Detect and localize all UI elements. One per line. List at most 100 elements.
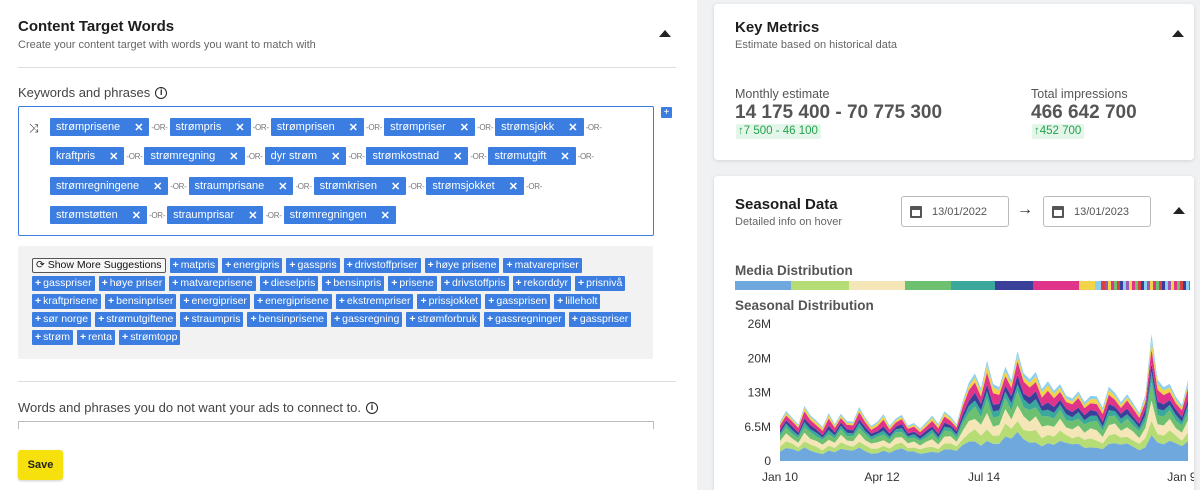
suggestion-chip[interactable]: + kraftprisene: [32, 294, 101, 309]
suggestion-chip[interactable]: + strømforbruk: [406, 312, 481, 327]
media-segment[interactable]: [849, 281, 905, 290]
suggestion-label: strømtopp: [130, 331, 178, 343]
save-button[interactable]: Save: [18, 450, 63, 480]
collapse-content-target-icon[interactable]: [659, 30, 671, 37]
media-segment[interactable]: [905, 281, 951, 290]
add-keyword-button[interactable]: +: [661, 107, 672, 118]
keyword-chip[interactable]: straumprisar ✕: [167, 206, 264, 224]
suggestion-chip[interactable]: + energipris: [222, 258, 283, 273]
media-segment[interactable]: [1079, 281, 1095, 290]
collapse-key-metrics-icon[interactable]: [1172, 30, 1184, 37]
info-icon[interactable]: i: [155, 86, 168, 99]
suggestion-chip[interactable]: + strømtopp: [119, 330, 181, 345]
negative-keywords-label: Words and phrases you do not want your a…: [18, 400, 379, 415]
keyword-chip[interactable]: strømpris ✕: [169, 118, 251, 136]
remove-keyword-icon[interactable]: ✕: [349, 121, 358, 134]
keyword-chip[interactable]: strømkrisen ✕: [313, 177, 407, 195]
suggestion-chip[interactable]: + strøm: [32, 330, 73, 345]
media-segment[interactable]: [735, 281, 791, 290]
suggestion-chip[interactable]: + rekorddyr: [512, 276, 571, 291]
suggestion-label: dieselpris: [270, 277, 316, 289]
remove-keyword-icon[interactable]: ✕: [331, 150, 340, 163]
suggestion-chip[interactable]: + høye priser: [98, 276, 166, 291]
suggestion-chip[interactable]: + bensinprisene: [247, 312, 328, 327]
suggestion-chip[interactable]: + lilleholt: [554, 294, 601, 309]
remove-keyword-icon[interactable]: ✕: [509, 180, 518, 193]
suggestion-chip[interactable]: + sør norge: [32, 312, 92, 327]
suggestion-chip[interactable]: + energipriser: [180, 294, 250, 309]
plus-icon: +: [35, 313, 42, 325]
divider: [18, 381, 676, 382]
suggestion-chip[interactable]: + gassprisen: [485, 294, 551, 309]
suggestion-chip[interactable]: + drivstoffpriser: [343, 258, 421, 273]
suggestion-chip[interactable]: + prisnivå: [575, 276, 626, 291]
media-segment[interactable]: [995, 281, 1033, 290]
suggestion-chip[interactable]: + høye prisene: [424, 258, 500, 273]
suggestion-chip[interactable]: + strømutgiftene: [95, 312, 177, 327]
suggestion-chip[interactable]: + gasspriser: [568, 312, 632, 327]
keyword-row: strømregningene ✕ -OR-straumprisane ✕ -OR-st…: [50, 177, 544, 195]
suggestion-chip[interactable]: + gasspriser: [32, 276, 95, 291]
keyword-chip[interactable]: strømprisen ✕: [270, 118, 365, 136]
keyword-chip[interactable]: strømkostnad ✕: [366, 147, 469, 165]
keyword-chip[interactable]: straumprisane ✕: [188, 177, 294, 195]
suggestion-chip[interactable]: + drivstoffpris: [440, 276, 509, 291]
seasonal-distribution-chart[interactable]: 26M 20M 13M 6.5M 0 Jan 10 Apr 12 Jul 14 Jan 9: [714, 316, 1194, 490]
keyword-chip[interactable]: dyr strøm ✕: [264, 147, 347, 165]
keyword-chip[interactable]: strømregningene ✕: [50, 177, 169, 195]
media-segment[interactable]: [1033, 281, 1079, 290]
suggestion-chip[interactable]: + straumpris: [180, 312, 244, 327]
keyword-chip[interactable]: strømregningen ✕: [283, 206, 396, 224]
suggestion-chip[interactable]: + energiprisene: [253, 294, 332, 309]
key-metrics-card: Key Metrics Estimate based on historical…: [714, 4, 1194, 160]
suggestion-chip[interactable]: + gassregninger: [484, 312, 565, 327]
suggestion-chip[interactable]: + matpris: [169, 258, 219, 273]
remove-keyword-icon[interactable]: ✕: [134, 121, 143, 134]
end-date-picker[interactable]: 13/01/2023: [1043, 196, 1151, 227]
negative-keywords-input[interactable]: [18, 421, 654, 429]
keyword-chip[interactable]: strømprisene ✕: [50, 118, 150, 136]
remove-keyword-icon[interactable]: ✕: [153, 180, 162, 193]
keyword-chip[interactable]: strømregning ✕: [144, 147, 245, 165]
info-icon[interactable]: i: [366, 401, 379, 414]
suggestion-chip[interactable]: + bensinpris: [322, 276, 385, 291]
shuffle-icon[interactable]: ⤨: [29, 121, 39, 136]
remove-keyword-icon[interactable]: ✕: [235, 121, 244, 134]
suggestion-chip[interactable]: + matvareprisene: [169, 276, 256, 291]
keyword-chip[interactable]: strømstøtten ✕: [50, 206, 147, 224]
keyword-chip[interactable]: strømsjokket ✕: [426, 177, 524, 195]
suggestion-chip[interactable]: + gasspris: [286, 258, 340, 273]
keyword-chip[interactable]: strømutgift ✕: [488, 147, 576, 165]
remove-keyword-icon[interactable]: ✕: [560, 150, 569, 163]
remove-keyword-icon[interactable]: ✕: [381, 209, 390, 222]
show-more-suggestions-button[interactable]: ⟳ Show More Suggestions: [32, 258, 166, 273]
media-segment[interactable]: [791, 281, 849, 290]
suggestion-chip[interactable]: + ekstrempriser: [335, 294, 414, 309]
suggestion-chip[interactable]: + prissjokket: [417, 294, 482, 309]
keywords-box[interactable]: ⤨ strømprisene ✕ -OR-strømpris ✕ -OR-strømpr…: [18, 106, 654, 236]
suggestion-chip[interactable]: + dieselpris: [259, 276, 319, 291]
media-segment[interactable]: [951, 281, 995, 290]
remove-keyword-icon[interactable]: ✕: [453, 150, 462, 163]
remove-keyword-icon[interactable]: ✕: [391, 180, 400, 193]
start-date-picker[interactable]: 13/01/2022: [901, 196, 1009, 227]
media-segment[interactable]: [1108, 281, 1190, 290]
suggestion-chip[interactable]: + prisene: [388, 276, 437, 291]
keyword-chip[interactable]: strømsjokk ✕: [495, 118, 584, 136]
suggestion-chip[interactable]: + gassregning: [331, 312, 403, 327]
remove-keyword-icon[interactable]: ✕: [132, 209, 141, 222]
suggestion-label: prisnivå: [586, 277, 623, 289]
collapse-seasonal-icon[interactable]: [1173, 207, 1185, 214]
keyword-chip[interactable]: kraftpris ✕: [50, 147, 125, 165]
media-distribution-bar[interactable]: [735, 281, 1190, 290]
remove-keyword-icon[interactable]: ✕: [568, 121, 577, 134]
suggestion-chip[interactable]: + bensinpriser: [105, 294, 177, 309]
suggestion-chip[interactable]: + matvarepriser: [503, 258, 582, 273]
remove-keyword-icon[interactable]: ✕: [109, 150, 118, 163]
remove-keyword-icon[interactable]: ✕: [278, 180, 287, 193]
remove-keyword-icon[interactable]: ✕: [229, 150, 238, 163]
remove-keyword-icon[interactable]: ✕: [460, 121, 469, 134]
remove-keyword-icon[interactable]: ✕: [248, 209, 257, 222]
keyword-chip[interactable]: strømpriser ✕: [384, 118, 475, 136]
suggestion-chip[interactable]: + renta: [76, 330, 116, 345]
